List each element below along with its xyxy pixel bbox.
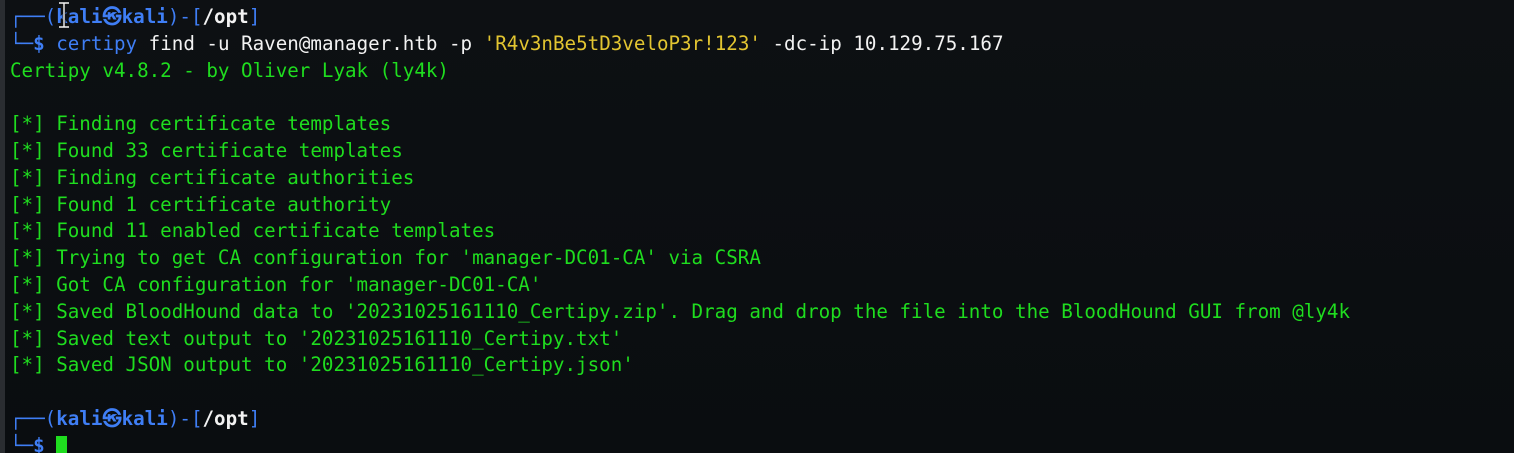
output-banner: Certipy v4.8.2 - by Oliver Lyak (ly4k) <box>10 58 449 82</box>
prompt-line-1: ┌──(kali㉿kali)-[/opt] <box>10 4 1514 31</box>
prompt-close: ] <box>248 5 261 28</box>
output-line: [*] Found 1 certificate authority <box>10 192 392 216</box>
command-password: 'R4v3nBe5tD3veloP3r!123' <box>483 31 761 55</box>
output-line: [*] Found 11 enabled certificate templat… <box>10 219 496 243</box>
output-line: [*] Saved JSON output to '20231025161110… <box>10 353 634 377</box>
command-args: find -u Raven@manager.htb -p <box>137 31 484 55</box>
prompt-path: /opt <box>202 5 249 28</box>
terminal-cursor <box>56 435 68 453</box>
output-line: [*] Found 33 certificate templates <box>10 138 403 162</box>
prompt-dollar: $ <box>33 433 45 453</box>
output-line: [*] Saved BloodHound data to '2023102516… <box>10 299 1351 323</box>
output-line: [*] Finding certificate templates <box>10 112 392 136</box>
prompt-dollar: $ <box>33 31 45 55</box>
prompt-path: /opt <box>202 406 249 430</box>
prompt-host: kali <box>121 5 168 28</box>
prompt-close: ] <box>248 406 261 430</box>
prompt-host: kali <box>121 406 168 430</box>
text-cursor-ibeam-icon <box>59 2 69 28</box>
prompt-corner: ┌──( <box>10 406 57 430</box>
command-tail: -dc-ip 10.129.75.167 <box>760 31 1004 55</box>
active-input-line[interactable]: └─$ <box>10 433 1514 453</box>
command-line: └─$ certipy find -u Raven@manager.htb -p… <box>10 31 1514 58</box>
prompt-mid: )-[ <box>167 5 203 28</box>
prompt-at-symbol: ㉿ <box>102 406 122 430</box>
output-line: [*] Finding certificate authorities <box>10 165 415 189</box>
output-line: [*] Got CA configuration for 'manager-DC… <box>10 272 542 296</box>
prompt-line-3: ┌──(kali㉿kali)-[/opt] <box>10 406 1514 433</box>
output-line: [*] Saved text output to '20231025161110… <box>10 326 623 350</box>
prompt-mid: )-[ <box>167 406 203 430</box>
window-left-border <box>0 0 5 453</box>
prompt-line2-prefix: └─ <box>10 433 34 453</box>
terminal-window[interactable]: ┌──(kali㉿kali)-[/opt] └─$ certipy find -… <box>0 0 1514 453</box>
prompt-corner: ┌──( <box>10 5 57 28</box>
prompt-user: kali <box>56 406 103 430</box>
command-name: certipy <box>56 31 138 55</box>
output-line: [*] Trying to get CA configuration for '… <box>10 246 761 270</box>
prompt-line2-prefix: └─ <box>10 31 34 55</box>
prompt-at-symbol: ㉿ <box>102 5 122 28</box>
